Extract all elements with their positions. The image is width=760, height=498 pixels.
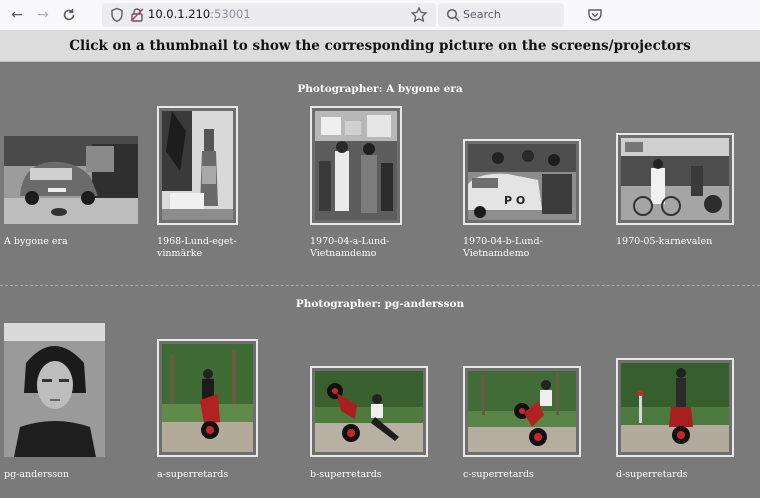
section-divider [0, 285, 760, 286]
caption-b-superretards[interactable]: b-superretards [310, 469, 420, 481]
thumbnail-a-superretards[interactable] [157, 339, 258, 457]
pocket-icon[interactable] [586, 6, 604, 24]
url-text[interactable]: 10.0.1.210:53001 [148, 7, 251, 21]
search-placeholder: Search [463, 8, 501, 21]
thumbnail-d-superretards[interactable] [616, 358, 734, 457]
section-title-a-bygone-era: Photographer: A bygone era [297, 83, 463, 95]
reload-icon[interactable] [60, 6, 78, 24]
search-icon [446, 8, 460, 22]
caption-d-superretards[interactable]: d-superretards [616, 469, 726, 481]
thumbnail-1970-05-karnevalen[interactable] [616, 133, 734, 225]
insecure-lock-icon[interactable] [129, 7, 145, 23]
back-icon[interactable]: ← [8, 6, 26, 24]
url-bar[interactable]: 10.0.1.210:53001 [102, 3, 436, 27]
photo-carnival-crowd [621, 138, 729, 220]
caption-1970-04-a-lund-vietnamdemo[interactable]: 1970-04-a-Lund-Vietnamdemo [310, 236, 420, 260]
thumbnail-a-bygone-era[interactable] [4, 136, 138, 224]
photo-motorcycle-stunt [468, 371, 576, 452]
photo-vintage-car [4, 136, 138, 224]
caption-1968-lund-eget-vinmarke[interactable]: 1968-Lund-eget-vinmärke [157, 236, 267, 260]
caption-a-superretards[interactable]: a-superretards [157, 469, 267, 481]
photo-police-car: P O [468, 144, 576, 220]
thumbnail-1970-04-a-lund-vietnamdemo[interactable] [310, 106, 402, 225]
search-bar[interactable]: Search [438, 3, 564, 27]
tracking-shield-icon[interactable] [109, 7, 125, 23]
svg-text:P O: P O [504, 194, 525, 207]
browser-toolbar: ← → 10.0.1.210:53001 Search [0, 0, 760, 31]
forward-icon[interactable]: → [34, 6, 52, 24]
photo-motorcycle-stunt [621, 363, 729, 452]
thumbnail-1970-04-b-lund-vietnamdemo[interactable]: P O [463, 139, 581, 225]
section-title-pg-andersson: Photographer: pg-andersson [295, 298, 465, 310]
thumbnail-1968-lund-eget-vinmarke[interactable] [157, 106, 238, 225]
bookmark-star-icon[interactable] [410, 6, 428, 24]
photo-motorcycle-stunt [315, 371, 423, 452]
thumbnail-b-superretards[interactable] [310, 366, 428, 457]
photo-portrait [4, 323, 105, 457]
photo-wine-bottle [162, 111, 233, 220]
caption-1970-04-b-lund-vietnamdemo[interactable]: 1970-04-b-Lund-Vietnamdemo [463, 236, 573, 260]
photo-demonstration [315, 111, 397, 220]
caption-a-bygone-era[interactable]: A bygone era [4, 236, 114, 248]
caption-c-superretards[interactable]: c-superretards [463, 469, 573, 481]
page-title: Click on a thumbnail to show the corresp… [69, 38, 691, 54]
photo-motorcycle-stunt [162, 344, 253, 452]
caption-pg-andersson[interactable]: pg-andersson [4, 469, 114, 481]
thumbnail-pg-andersson[interactable] [4, 323, 105, 457]
caption-1970-05-karnevalen[interactable]: 1970-05-karnevalen [616, 236, 726, 248]
thumbnail-c-superretards[interactable] [463, 366, 581, 457]
instruction-banner: Click on a thumbnail to show the corresp… [0, 31, 760, 62]
